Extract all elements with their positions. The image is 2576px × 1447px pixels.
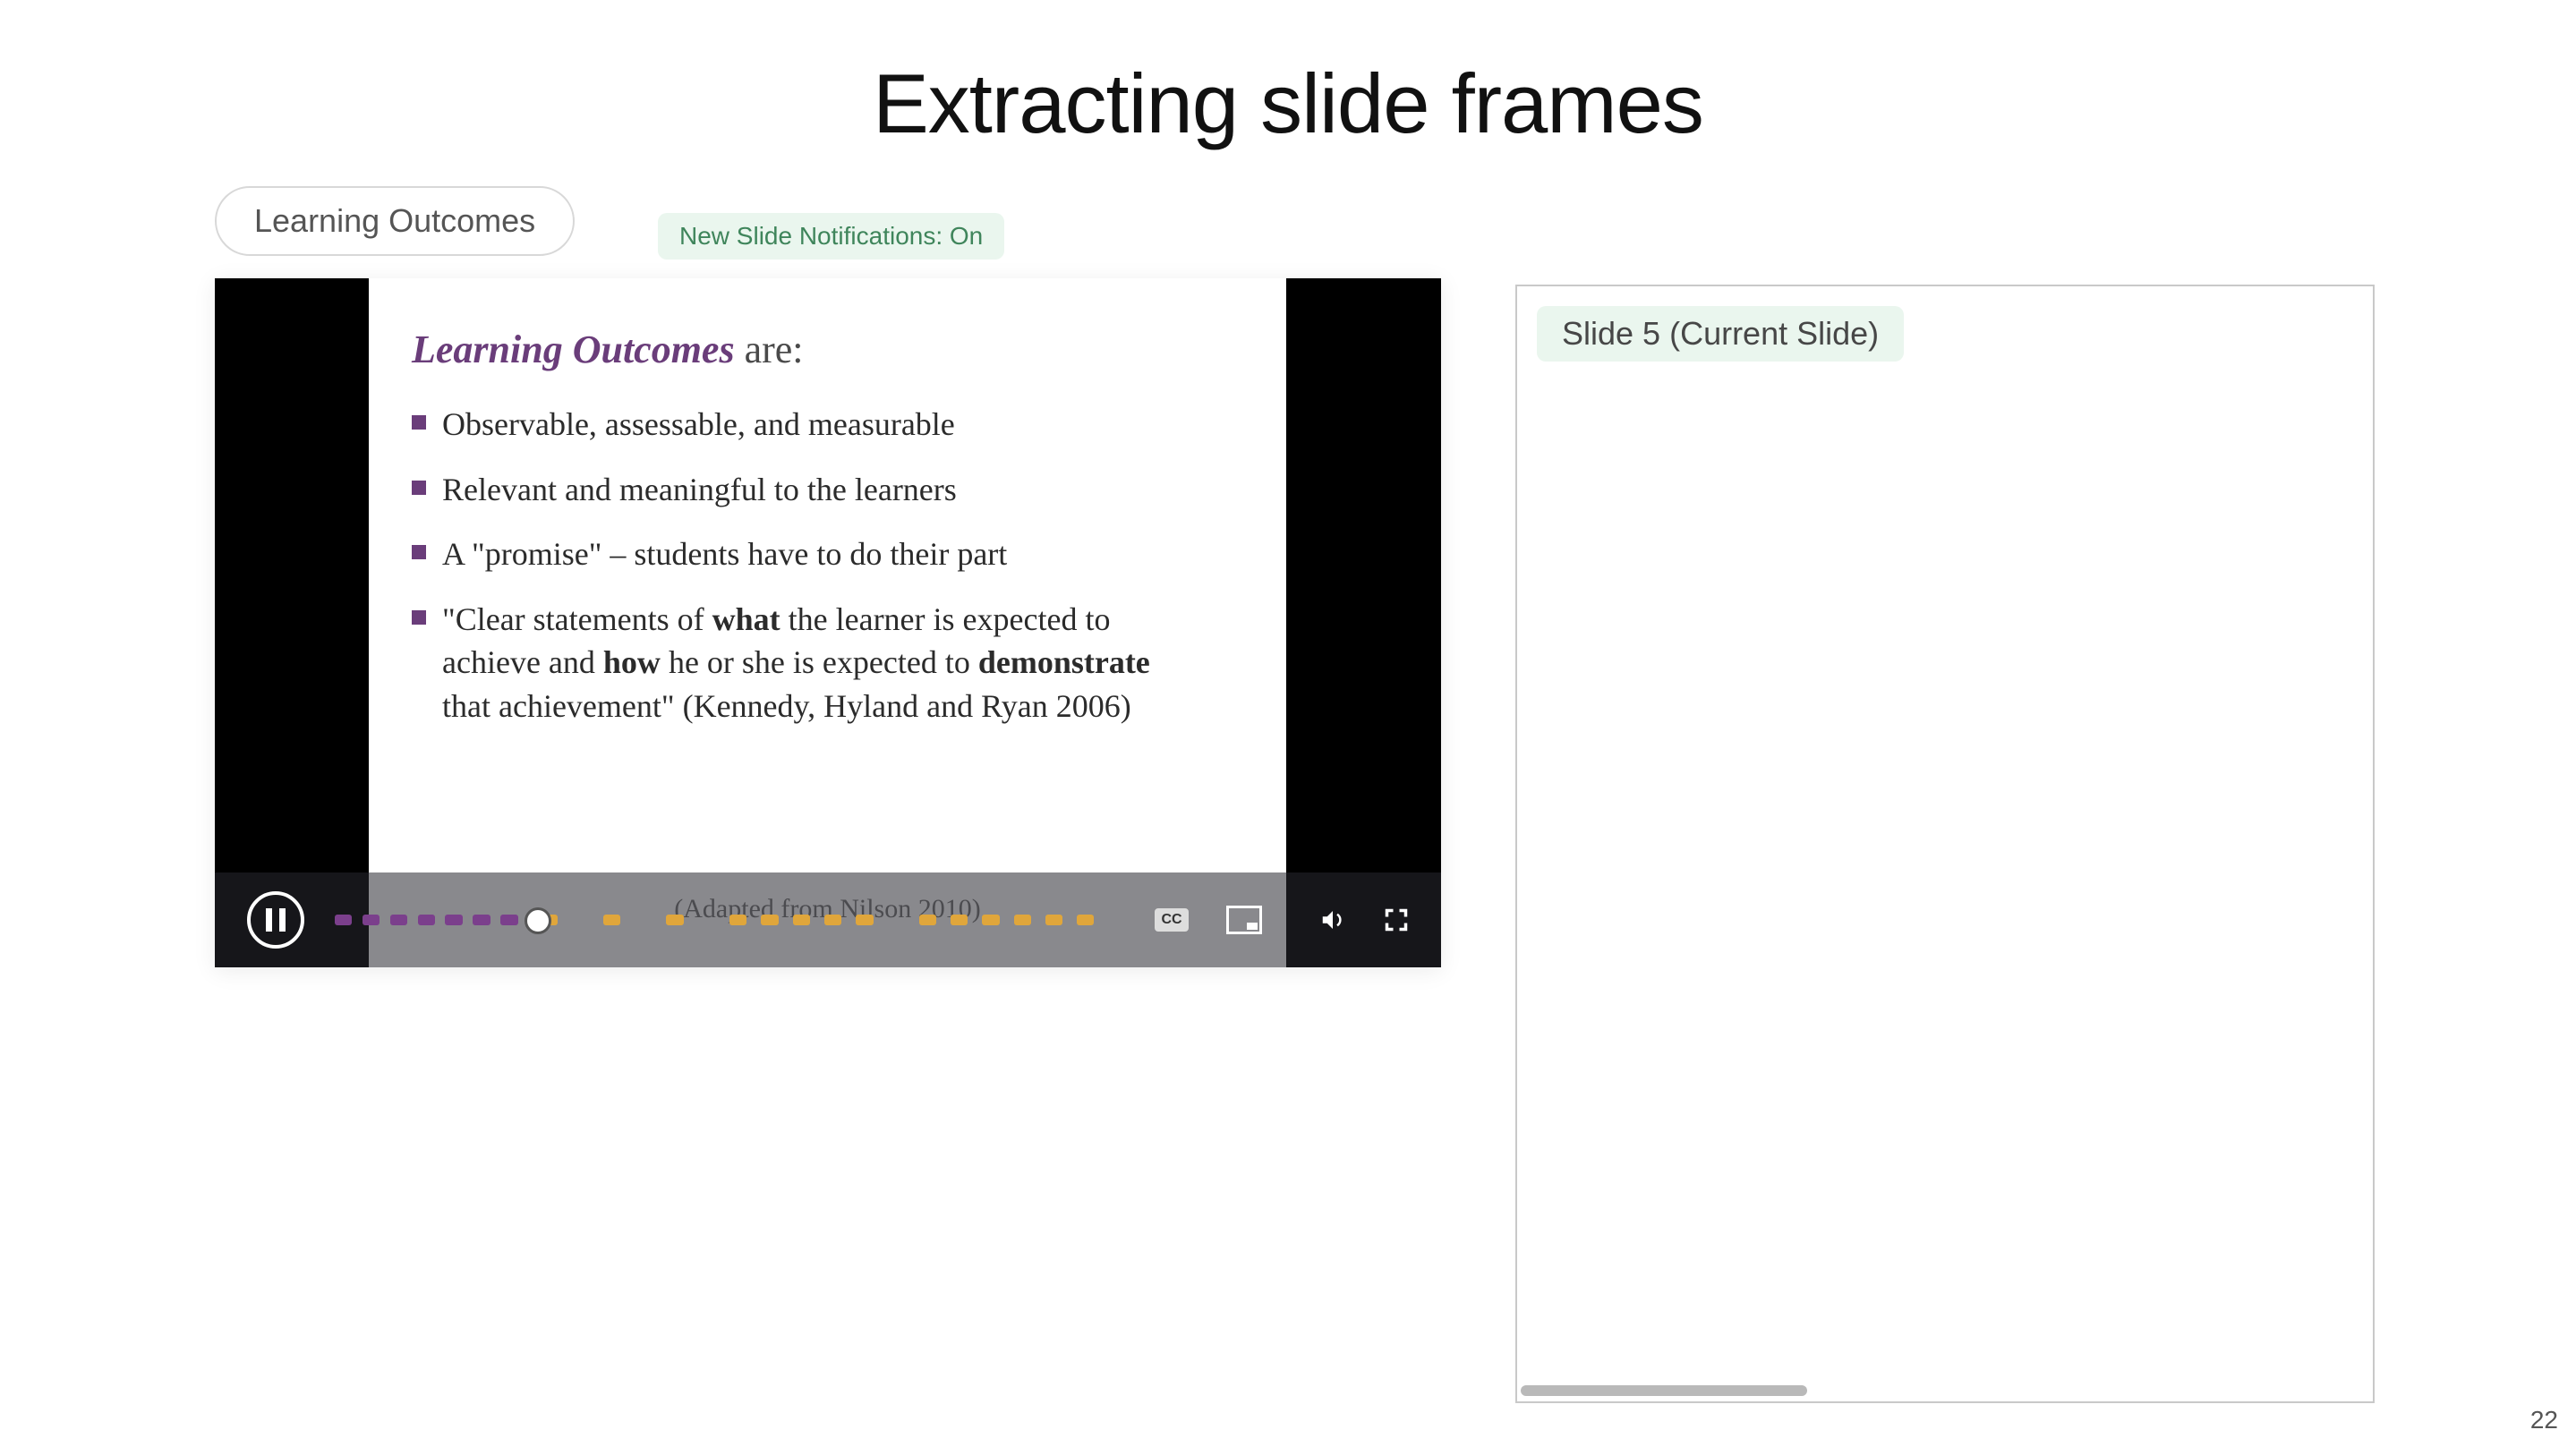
notifications-chip[interactable]: New Slide Notifications: On (658, 213, 1004, 260)
seek-marker (500, 915, 517, 925)
seek-marker (1014, 915, 1031, 925)
volume-button[interactable] (1319, 907, 1346, 933)
captions-button[interactable]: CC (1155, 908, 1189, 932)
seek-marker (824, 915, 841, 925)
learning-outcomes-pill[interactable]: Learning Outcomes (215, 186, 575, 256)
pip-icon (1226, 906, 1262, 934)
video-controls: CC (215, 872, 1441, 967)
slide-bullet: A "promise" – students have to do their … (412, 532, 1155, 576)
picture-in-picture-button[interactable] (1226, 906, 1262, 934)
horizontal-scrollbar[interactable] (1521, 1385, 1807, 1396)
seek-marker (666, 915, 683, 925)
slide-bullet: Relevant and meaningful to the learners (412, 468, 1155, 512)
video-slide-content: Learning Outcomes are: Observable, asses… (369, 278, 1286, 967)
fullscreen-icon (1384, 907, 1409, 932)
seek-thumb[interactable] (525, 907, 551, 934)
seek-marker (1045, 915, 1062, 925)
seek-marker (919, 915, 936, 925)
seek-marker (390, 915, 407, 925)
seek-marker (761, 915, 778, 925)
slide-heading: Learning Outcomes are: (412, 327, 1250, 372)
cc-icon: CC (1155, 908, 1189, 932)
slide-bullet: "Clear statements of what the learner is… (412, 598, 1155, 728)
pause-button[interactable] (247, 891, 304, 949)
slide-bullets: Observable, assessable, and measurable Re… (412, 403, 1155, 728)
pause-icon (266, 908, 286, 932)
seek-marker (1077, 915, 1094, 925)
seek-marker (856, 915, 873, 925)
video-player[interactable]: Learning Outcomes are: Observable, asses… (215, 278, 1441, 967)
seek-marker (418, 915, 435, 925)
seek-marker (793, 915, 810, 925)
fullscreen-button[interactable] (1384, 907, 1409, 932)
volume-icon (1319, 907, 1346, 933)
slide-bullet: Observable, assessable, and measurable (412, 403, 1155, 447)
seek-marker (363, 915, 380, 925)
seek-marker (951, 915, 968, 925)
slide-heading-rest: are: (735, 328, 804, 371)
seek-bar[interactable] (335, 913, 1124, 927)
seek-marker (729, 915, 746, 925)
current-slide-chip[interactable]: Slide 5 (Current Slide) (1537, 306, 1904, 362)
seek-marker (445, 915, 462, 925)
slide-heading-italic: Learning Outcomes (412, 328, 735, 371)
slide-detail-panel: Slide 5 (Current Slide) (1515, 285, 2375, 1403)
seek-marker (335, 915, 352, 925)
page-title: Extracting slide frames (0, 55, 2576, 152)
seek-marker (603, 915, 620, 925)
seek-marker (982, 915, 999, 925)
page-number: 22 (2530, 1406, 2558, 1434)
seek-marker (473, 915, 490, 925)
